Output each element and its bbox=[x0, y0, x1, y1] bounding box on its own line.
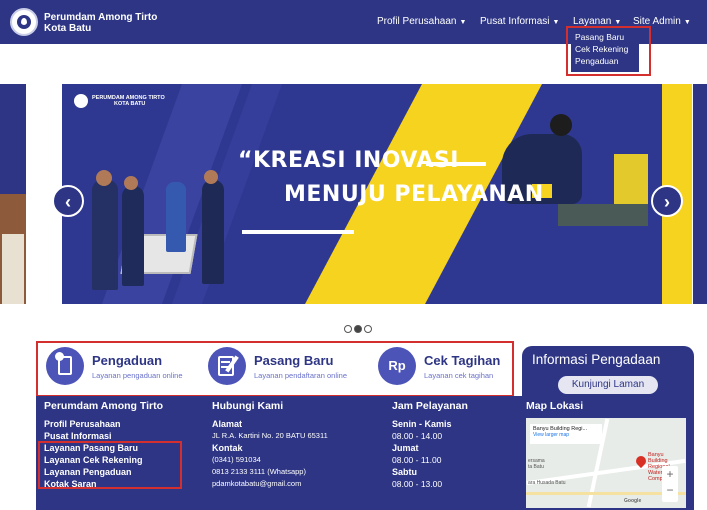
service-pasang-baru[interactable]: Pasang Baru Layanan pendaftaran online bbox=[208, 347, 378, 391]
alamat-value: JL R.A. Kartini No. 20 BATU 65311 bbox=[212, 431, 328, 440]
rupiah-icon: Rp bbox=[378, 347, 416, 385]
info-title: Informasi Pengadaan bbox=[532, 352, 661, 367]
phone-1[interactable]: (0341) 591034 bbox=[212, 454, 328, 466]
carousel-dot[interactable] bbox=[364, 325, 372, 333]
service-subtitle: Layanan pengaduan online bbox=[92, 371, 183, 380]
worker-figure bbox=[202, 180, 224, 284]
nav-pusat-informasi[interactable]: Pusat Informasi ▼ bbox=[480, 16, 559, 27]
footer-heading: Perumdam Among Tirto bbox=[44, 400, 164, 412]
page: Perumdam Among Tirto Kota Batu Profil Pe… bbox=[0, 0, 707, 510]
email-link[interactable]: pdamkotabatu@gmail.com bbox=[212, 478, 328, 490]
worker-figure bbox=[92, 180, 118, 290]
nav-label: Profil Perusahaan bbox=[377, 16, 457, 27]
company-logo[interactable] bbox=[10, 8, 38, 36]
map-label: ara Husada Batu bbox=[528, 480, 566, 486]
alamat-label: Alamat bbox=[212, 419, 243, 429]
worker-figure bbox=[166, 182, 186, 252]
map-larger-link[interactable]: View larger map bbox=[530, 432, 602, 438]
document-icon bbox=[46, 347, 84, 385]
headline-line-3: PRIMA” bbox=[364, 216, 469, 244]
footer-col-map: Map Lokasi bbox=[526, 400, 583, 418]
carousel-dot-active[interactable] bbox=[354, 325, 362, 333]
form-edit-icon bbox=[208, 347, 246, 385]
next-slide-peek bbox=[693, 84, 707, 304]
brand-line-2: Kota Batu bbox=[44, 23, 92, 34]
phone-2[interactable]: 0813 2133 3111 (Whatsapp) bbox=[212, 466, 328, 478]
rupiah-label: Rp bbox=[388, 358, 406, 373]
highlight-box bbox=[38, 441, 182, 489]
headline-line-1: “KREASI INOVASI bbox=[238, 148, 459, 173]
worker-head bbox=[124, 176, 138, 190]
informasi-pengadaan-panel: Informasi Pengadaan Kunjungi Laman bbox=[522, 346, 694, 398]
highlight-box bbox=[566, 26, 651, 76]
headline-line-2: MENUJU PELAYANAN bbox=[284, 182, 544, 207]
banner-logo-text: PERUMDAM AMONG TIRTO KOTA BATU bbox=[92, 95, 165, 107]
footer-link-profil[interactable]: Profil Perusahaan bbox=[44, 418, 163, 430]
service-title: Cek Tagihan bbox=[424, 353, 501, 368]
hours-value: 08.00 - 14.00 bbox=[392, 431, 443, 441]
headline-underline bbox=[426, 162, 486, 166]
day-label: Senin - Kamis bbox=[392, 419, 452, 429]
footer-heading: Jam Pelayanan bbox=[392, 400, 468, 412]
map-title: Banyu Building Regi... bbox=[533, 426, 588, 432]
caret-down-icon: ▼ bbox=[459, 19, 467, 26]
hours-value: 08.00 - 13.00 bbox=[392, 479, 443, 489]
banner-logo-icon bbox=[74, 94, 88, 108]
hours-value: 08.00 - 11.00 bbox=[392, 455, 442, 465]
kontak-label: Kontak bbox=[212, 443, 243, 453]
service-title: Pengaduan bbox=[92, 353, 163, 368]
map-label: ta Batu bbox=[528, 464, 544, 470]
hero-banner[interactable]: PERUMDAM AMONG TIRTO KOTA BATU “KREASI I… bbox=[62, 84, 692, 304]
footer-col-hours: Jam Pelayanan Senin - Kamis 08.00 - 14.0… bbox=[392, 400, 468, 490]
nav-profil-perusahaan[interactable]: Profil Perusahaan ▼ bbox=[377, 16, 466, 27]
water-tank bbox=[558, 204, 648, 226]
google-logo: Google bbox=[624, 498, 642, 504]
service-pengaduan[interactable]: Pengaduan Layanan pengaduan online bbox=[46, 347, 216, 391]
footer-heading: Hubungi Kami bbox=[212, 400, 284, 412]
nav-label: Pusat Informasi bbox=[480, 16, 550, 27]
carousel-dot[interactable] bbox=[344, 325, 352, 333]
water-drop-icon bbox=[17, 15, 31, 29]
day-label: Sabtu bbox=[392, 467, 418, 477]
brand-name[interactable]: Perumdam Among Tirto Kota Batu bbox=[44, 12, 157, 34]
brand-line-1: Perumdam Among Tirto bbox=[44, 12, 158, 23]
carousel-prev-button[interactable]: ‹ bbox=[52, 185, 84, 217]
worker-head bbox=[96, 170, 112, 186]
caret-down-icon: ▼ bbox=[614, 19, 622, 26]
map-info-card: Banyu Building Regi... View larger map bbox=[530, 424, 602, 444]
day-label: Jumat bbox=[392, 443, 419, 453]
worker-head bbox=[550, 114, 572, 136]
service-title: Pasang Baru bbox=[254, 353, 334, 368]
caret-down-icon: ▼ bbox=[552, 19, 560, 26]
carousel-indicators bbox=[344, 320, 374, 338]
previous-slide-peek bbox=[0, 84, 26, 304]
map-zoom-control[interactable]: + − bbox=[662, 466, 678, 502]
worker-figure bbox=[122, 186, 144, 286]
banner-logo-line-2: KOTA BATU bbox=[114, 101, 146, 107]
footer-heading: Map Lokasi bbox=[526, 400, 584, 412]
service-subtitle: Layanan cek tagihan bbox=[424, 371, 494, 380]
meter-box bbox=[614, 154, 648, 204]
worker-head bbox=[204, 170, 218, 184]
service-subtitle: Layanan pendaftaran online bbox=[254, 371, 347, 380]
carousel-next-button[interactable]: › bbox=[651, 185, 683, 217]
caret-down-icon: ▼ bbox=[683, 19, 691, 26]
headline-underline bbox=[242, 230, 354, 234]
embedded-map[interactable]: Banyu Building Regi... View larger map e… bbox=[526, 418, 686, 508]
service-cek-tagihan[interactable]: Rp Cek Tagihan Layanan cek tagihan bbox=[378, 347, 512, 391]
kunjungi-laman-button[interactable]: Kunjungi Laman bbox=[558, 376, 658, 394]
footer-col-contact: Hubungi Kami Alamat JL R.A. Kartini No. … bbox=[212, 400, 328, 490]
